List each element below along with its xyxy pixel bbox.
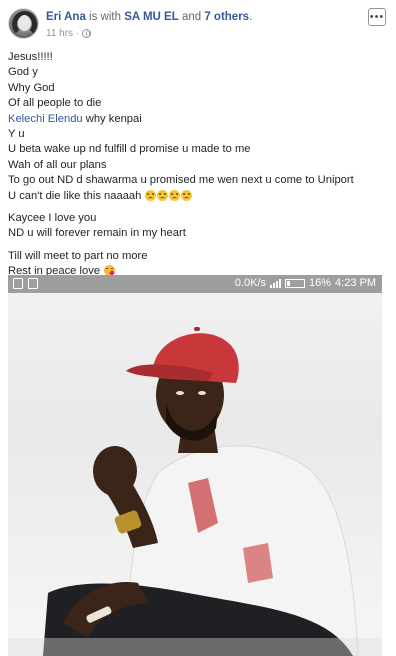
sad-face-emoji: [157, 189, 169, 201]
man-in-red-cap-photo: [8, 327, 382, 656]
sim-icon: [13, 278, 23, 289]
post-meta: 11 hrs ·: [46, 28, 92, 39]
sad-face-emoji: [169, 189, 181, 201]
message-line: Kelechi Elendu why kenpai: [8, 112, 388, 127]
message-line: Jesus!!!!!: [8, 51, 53, 63]
message-line: God y: [8, 66, 38, 79]
meta-separator: ·: [76, 28, 80, 39]
message-text: why kenpai: [82, 112, 142, 125]
shirt-graphic-2: [243, 543, 273, 583]
post-photo[interactable]: 0.0K/s 16% 4:23 PM: [8, 275, 382, 656]
signal-icon: [270, 278, 281, 288]
cap-button: [194, 327, 200, 331]
message-line: Y u: [8, 128, 25, 141]
post-timestamp[interactable]: 11 hrs: [46, 28, 73, 39]
sad-face-emoji: [181, 189, 193, 201]
post-header: Eri Ana is with SA MU EL and 7 others. 1…: [0, 0, 396, 44]
period-text: .: [249, 11, 253, 23]
fist: [93, 446, 137, 496]
message-text: U can't die like this naaaah: [8, 189, 142, 202]
status-clock: 4:23 PM: [335, 277, 376, 289]
seat: [8, 638, 382, 656]
tagged-person-link[interactable]: SA MU EL: [124, 11, 179, 23]
status-right: 0.0K/s 16% 4:23 PM: [235, 277, 376, 289]
author-avatar[interactable]: [8, 8, 39, 39]
author-name-link[interactable]: Eri Ana: [46, 11, 86, 23]
message-line: Wah of all our plans: [8, 158, 107, 171]
author-line: Eri Ana is with SA MU EL and 7 others.: [46, 11, 252, 23]
and-text: and: [181, 11, 202, 23]
message-line: Of all people to die: [8, 97, 102, 110]
message-line: U beta wake up nd fulfill d promise u ma…: [8, 143, 251, 156]
battery-icon: [285, 278, 305, 288]
battery-percent: 16%: [309, 277, 332, 289]
message-line: Kaycee I love you: [8, 212, 97, 225]
status-left-icons: [13, 278, 38, 289]
with-text: is with: [89, 11, 121, 23]
message-line: To go out ND d shawarma u promised me we…: [8, 174, 354, 187]
globe-icon[interactable]: [82, 29, 92, 38]
image-icon: [28, 278, 38, 289]
network-speed: 0.0K/s: [234, 277, 266, 289]
sad-face-emoji: [145, 189, 157, 201]
message-line: Till will meet to part no more: [8, 249, 148, 262]
message-line: U can't die like this naaaah: [8, 189, 388, 204]
message-line: ND u will forever remain in my heart: [8, 227, 186, 240]
left-eye: [176, 391, 184, 395]
right-eye: [198, 391, 206, 395]
post-message: Jesus!!!!! God y Why God Of all people t…: [8, 50, 388, 280]
more-options-button[interactable]: •••: [368, 8, 386, 26]
more-options-icon: •••: [369, 10, 385, 23]
avatar-face: [18, 15, 31, 31]
mention-link[interactable]: Kelechi Elendu: [8, 113, 83, 125]
message-line: Why God: [8, 81, 55, 94]
others-link[interactable]: 7 others: [204, 11, 249, 23]
phone-status-bar: 0.0K/s 16% 4:23 PM: [8, 275, 382, 293]
